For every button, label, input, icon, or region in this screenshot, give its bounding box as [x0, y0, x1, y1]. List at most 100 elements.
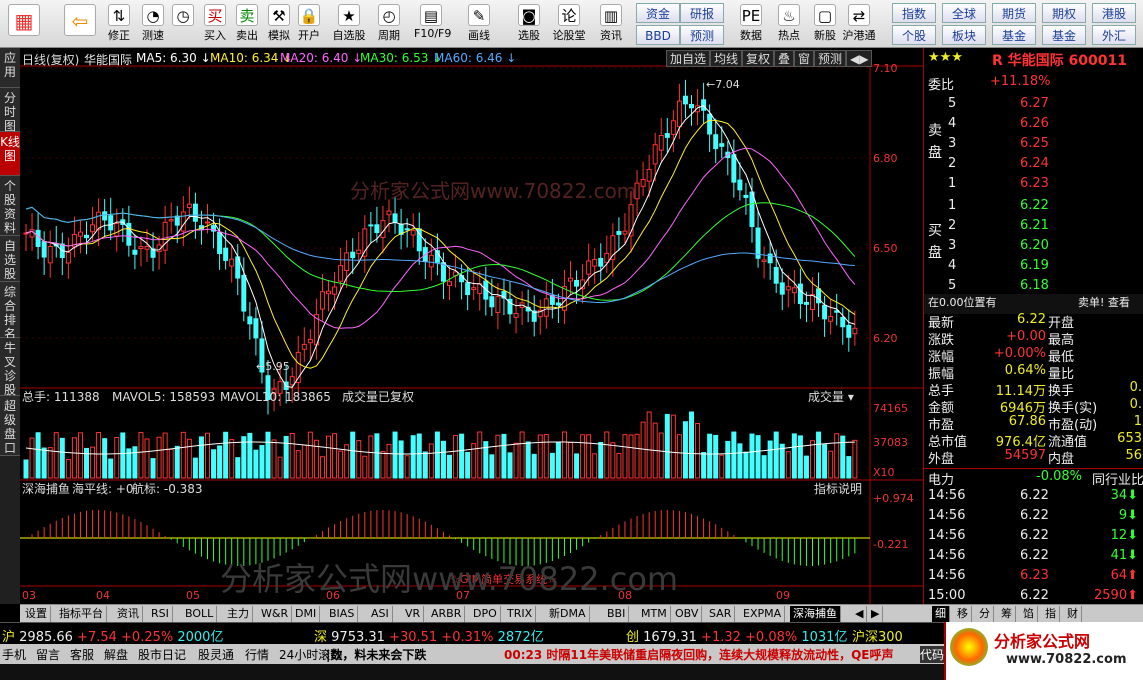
indicator-tab[interactable]: 深海捕鱼: [790, 606, 841, 622]
indicator-tab[interactable]: OBV: [672, 606, 703, 622]
chart-control-button[interactable]: 窗: [794, 50, 815, 67]
market-button[interactable]: 基金: [992, 25, 1036, 45]
panel-tab[interactable]: 筹: [998, 606, 1016, 622]
market-button[interactable]: 全球: [942, 3, 986, 23]
indicator-tab[interactable]: RSI: [148, 606, 173, 622]
toolbar-button-news[interactable]: ▥ 资讯: [594, 2, 628, 46]
tab-scroll-left-icon[interactable]: ◀: [852, 606, 868, 622]
indicator-tab[interactable]: BBI: [604, 606, 630, 622]
sidebar-tab[interactable]: 应用: [0, 48, 20, 88]
sector-compare[interactable]: 同行业比: [1092, 469, 1143, 488]
indicator-tab[interactable]: 指标平台: [56, 606, 107, 622]
quick-button[interactable]: 研报: [680, 3, 724, 23]
chart-control-button[interactable]: 复权: [742, 50, 775, 67]
panel-tab[interactable]: 分: [976, 606, 994, 622]
market-button[interactable]: 期货: [992, 3, 1036, 23]
sell-level-5[interactable]: 5 6.27: [924, 96, 1143, 116]
sidebar-tab[interactable]: 分时图: [0, 88, 20, 133]
toolbar-button-windows[interactable]: ▦: [4, 2, 44, 46]
sell-level-1[interactable]: 1 6.23: [924, 176, 1143, 196]
toolbar-button-clock[interactable]: ◷: [166, 2, 200, 46]
chart-control-button[interactable]: 均线: [710, 50, 743, 67]
status-item[interactable]: 留言: [36, 646, 60, 663]
indicator-tab[interactable]: VR: [402, 606, 425, 622]
tab-scroll-right-icon[interactable]: ▶: [868, 606, 884, 622]
market-button[interactable]: 个股: [892, 25, 936, 45]
indicator-tab[interactable]: DMI: [292, 606, 321, 622]
toolbar-button-star[interactable]: ★ 自选股: [332, 2, 366, 46]
chart-control-button[interactable]: 叠: [774, 50, 795, 67]
toolbar-button-data[interactable]: PE 数据: [734, 2, 768, 46]
toolbar-button-simulate[interactable]: ⚒ 模拟: [262, 2, 296, 46]
sidebar-tab[interactable]: 超级盘口: [0, 396, 20, 456]
panel-tab[interactable]: 指: [1042, 606, 1060, 622]
index-item[interactable]: 创 1679.31 +1.32 +0.08% 1031亿: [626, 626, 847, 645]
index-item[interactable]: 深 9753.31 +30.51 +0.31% 2872亿: [314, 626, 544, 645]
index-item[interactable]: 沪 2985.66 +7.54 +0.25% 2000亿: [2, 626, 223, 645]
buy-level-2[interactable]: 2 6.21: [924, 218, 1143, 238]
toolbar-button-modify[interactable]: ⇅ 修正: [102, 2, 136, 46]
sidebar-tab[interactable]: 个股资料: [0, 176, 20, 236]
market-button[interactable]: 港股: [1092, 3, 1136, 23]
chart-control-button[interactable]: 预测: [814, 50, 847, 67]
indicator-tab[interactable]: DPO: [470, 606, 501, 622]
status-item[interactable]: 股市日记: [138, 646, 186, 663]
sidebar-tab[interactable]: 自选股: [0, 236, 20, 282]
market-button[interactable]: 指数: [892, 3, 936, 23]
market-button[interactable]: 外汇: [1092, 25, 1136, 45]
sidebar-tab[interactable]: K线图: [0, 132, 20, 176]
quick-button[interactable]: 预测: [680, 25, 724, 45]
toolbar-button-shhk[interactable]: ⇄ 沪港通: [842, 2, 876, 46]
quick-button[interactable]: BBD: [636, 25, 680, 45]
toolbar-button-sell[interactable]: 卖卖出: [230, 2, 264, 46]
indicator-tab[interactable]: 新DMA: [546, 606, 590, 622]
panel-tab[interactable]: 财: [1064, 606, 1082, 622]
sell-level-4[interactable]: 4 6.26: [924, 116, 1143, 136]
chart-menu-arrow-icon[interactable]: ◀▶: [846, 50, 873, 67]
status-item[interactable]: 行情: [245, 646, 269, 663]
market-button[interactable]: 期权: [1042, 3, 1086, 23]
toolbar-button-f10[interactable]: ▤ F10/F9: [414, 2, 451, 46]
toolbar-button-draw[interactable]: ✎ 画线: [462, 2, 496, 46]
quick-button[interactable]: 资金: [636, 3, 680, 23]
position-link[interactable]: 卖单! 查看: [1078, 294, 1130, 310]
toolbar-button-forum[interactable]: 论论股堂: [552, 2, 586, 46]
buy-level-4[interactable]: 4 6.19: [924, 258, 1143, 278]
toolbar-button-hot[interactable]: ♨ 热点: [772, 2, 806, 46]
kline-chart-area[interactable]: 7.10 6.80 6.50 6.20 ←7.04 ←5.95 分析家公式网www.7082…: [20, 48, 923, 604]
indicator-tab[interactable]: ARBR: [428, 606, 466, 622]
buy-level-3[interactable]: 3 6.20: [924, 238, 1143, 258]
toolbar-button-ipo[interactable]: ▢ 新股: [808, 2, 842, 46]
indicator-tab[interactable]: 设置: [22, 606, 51, 622]
sector-row[interactable]: 电力 -0.08% 同行业比: [924, 468, 1143, 488]
indicator-tab[interactable]: 主力: [224, 606, 253, 622]
toolbar-button-select[interactable]: ◙ 选股: [512, 2, 546, 46]
buy-level-1[interactable]: 1 6.22: [924, 198, 1143, 218]
panel-tab[interactable]: 细: [932, 606, 950, 622]
sidebar-tab[interactable]: 牛叉诊股: [0, 338, 20, 397]
indicator-tab[interactable]: BOLL: [182, 606, 218, 622]
market-button[interactable]: 基金: [1042, 25, 1086, 45]
indicator-tab[interactable]: SAR: [706, 606, 736, 622]
panel-tab[interactable]: 移: [954, 606, 972, 622]
sell-level-2[interactable]: 2 6.24: [924, 156, 1143, 176]
toolbar-button-cycle[interactable]: ◴ 周期: [372, 2, 406, 46]
indicator-tab[interactable]: TRIX: [504, 606, 537, 622]
status-item[interactable]: 客服: [70, 646, 94, 663]
toolbar-button-back[interactable]: ⇦: [60, 2, 100, 46]
status-item[interactable]: 解盘: [104, 646, 128, 663]
toolbar-button-buy[interactable]: 买买入: [198, 2, 232, 46]
indicator-tab[interactable]: ASI: [368, 606, 393, 622]
indicator-tab[interactable]: EXPMA: [740, 606, 786, 622]
status-item[interactable]: 股灵通: [198, 646, 234, 663]
chart-control-button[interactable]: 加自选: [666, 50, 711, 67]
sidebar-tab[interactable]: 综合排名: [0, 282, 20, 341]
indicator-tab[interactable]: 资讯: [114, 606, 143, 622]
panel-tab[interactable]: 馅: [1020, 606, 1038, 622]
indicator-tab[interactable]: MTM: [638, 606, 671, 622]
status-item[interactable]: 手机: [2, 646, 26, 663]
market-button[interactable]: 板块: [942, 25, 986, 45]
sell-level-3[interactable]: 3 6.25: [924, 136, 1143, 156]
indicator-tab[interactable]: W&R: [258, 606, 293, 622]
toolbar-button-speed[interactable]: ◔ 测速: [136, 2, 170, 46]
